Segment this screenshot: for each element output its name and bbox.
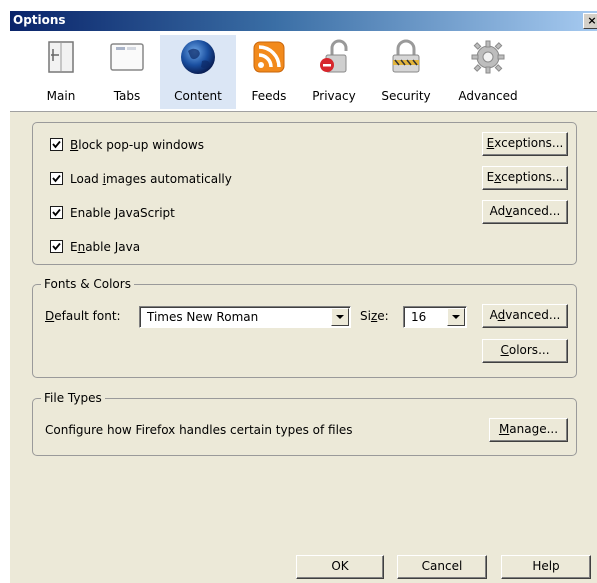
checkbox-box[interactable] xyxy=(50,240,63,253)
tab-tabs-label: Tabs xyxy=(113,89,141,103)
file-types-description: Configure how Firefox handles certain ty… xyxy=(45,423,353,437)
size-label: Size: xyxy=(360,309,389,323)
tab-privacy-label: Privacy xyxy=(312,89,356,103)
privacy-lock-icon xyxy=(320,39,348,73)
tab-main-label: Main xyxy=(46,89,76,103)
fonts-colors-legend: Fonts & Colors xyxy=(41,277,134,291)
tab-advanced-label: Advanced xyxy=(458,89,518,103)
checkbox-label: Block pop-up windows xyxy=(70,138,204,152)
tab-security-label: Security xyxy=(381,89,431,103)
checkbox-box[interactable] xyxy=(50,206,63,219)
close-button[interactable]: × xyxy=(583,13,597,29)
default-font-value: Times New Roman xyxy=(147,310,259,324)
fonts-colors-group: Fonts & Colors Default font: Times New R… xyxy=(32,277,577,378)
checkmark-icon xyxy=(52,208,61,217)
content-options-group: Block pop-up windows Load images automat… xyxy=(32,122,577,265)
gear-icon xyxy=(471,40,505,74)
javascript-advanced-button[interactable]: Advanced... xyxy=(482,200,568,224)
checkmark-icon xyxy=(52,242,61,251)
images-exceptions-button[interactable]: Exceptions... xyxy=(482,166,568,190)
font-size-value: 16 xyxy=(411,310,427,324)
chevron-down-icon xyxy=(336,315,344,319)
manage-button[interactable]: Manage... xyxy=(489,418,568,442)
tab-feeds-label: Feeds xyxy=(251,89,287,103)
tab-security[interactable]: Security xyxy=(376,35,436,109)
ok-button[interactable]: OK xyxy=(296,555,384,579)
checkbox-box[interactable] xyxy=(50,172,63,185)
checkbox-label: Enable Java xyxy=(70,240,141,254)
checkmark-icon xyxy=(52,174,61,183)
default-font-label: Default font: xyxy=(45,309,121,323)
checkmark-icon xyxy=(52,140,61,149)
fonts-advanced-button[interactable]: Advanced... xyxy=(482,304,568,328)
default-font-select[interactable]: Times New Roman xyxy=(139,306,351,328)
window-title: Options xyxy=(13,13,66,27)
tab-content-label: Content xyxy=(174,89,222,103)
checkbox-box[interactable] xyxy=(50,138,63,151)
tab-feeds[interactable]: Feeds xyxy=(244,35,294,109)
category-toolbar: Main Tabs Content Feeds Privacy Security… xyxy=(10,31,597,112)
rss-feed-icon xyxy=(253,41,285,73)
tab-main[interactable]: Main xyxy=(38,35,84,109)
tab-advanced[interactable]: Advanced xyxy=(450,35,526,109)
chevron-down-icon xyxy=(452,315,460,319)
checkbox-label: Enable JavaScript xyxy=(70,206,175,220)
dropdown-button[interactable] xyxy=(447,308,465,326)
checkbox-label: Load images automatically xyxy=(70,172,232,186)
file-types-group: File Types Configure how Firefox handles… xyxy=(32,391,577,456)
security-padlock-icon xyxy=(392,39,420,73)
main-window-icon xyxy=(48,41,74,73)
cancel-button[interactable]: Cancel xyxy=(397,555,487,579)
tab-content[interactable]: Content xyxy=(160,35,236,109)
file-types-legend: File Types xyxy=(41,391,105,405)
font-size-select[interactable]: 16 xyxy=(403,306,467,328)
options-dialog: Options × Main Tabs Content Feeds Privac… xyxy=(10,11,597,583)
dropdown-button[interactable] xyxy=(331,308,349,326)
tab-privacy[interactable]: Privacy xyxy=(306,35,362,109)
colors-button[interactable]: Colors... xyxy=(482,339,568,363)
help-button[interactable]: Help xyxy=(501,555,591,579)
popup-exceptions-button[interactable]: Exceptions... xyxy=(482,132,568,156)
tab-tabs[interactable]: Tabs xyxy=(103,35,151,109)
globe-icon xyxy=(181,40,215,74)
title-bar[interactable]: Options × xyxy=(10,11,597,31)
tabs-icon xyxy=(110,43,144,71)
